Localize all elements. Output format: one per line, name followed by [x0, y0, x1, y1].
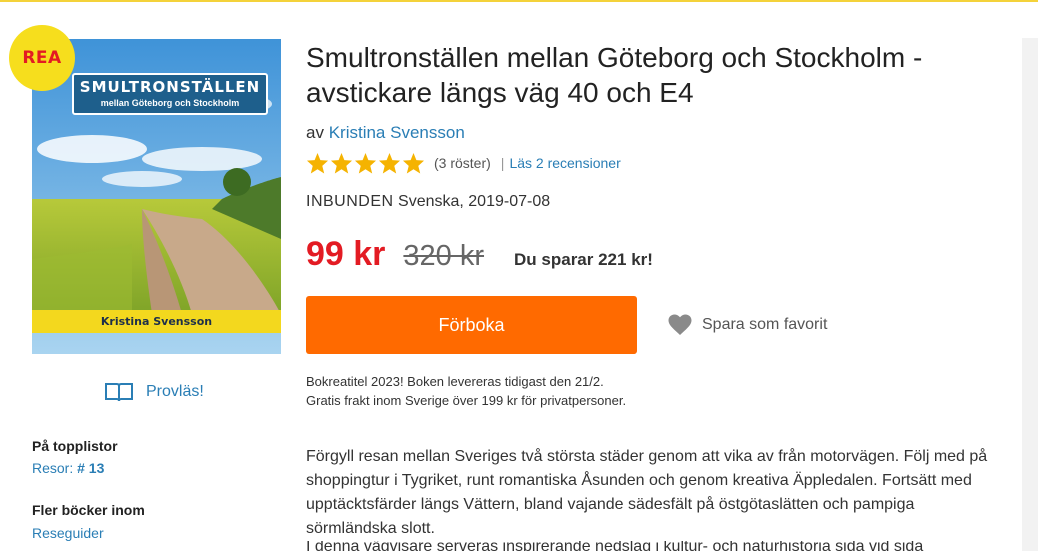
- preview-label: Provläs!: [146, 383, 204, 400]
- star-icon: [330, 152, 353, 174]
- cover-title-banner: SMULTRONSTÄLLEN mellan Göteborg och Stoc…: [72, 73, 268, 115]
- more-books-heading: Fler böcker inom: [32, 502, 145, 518]
- savings-text: Du sparar 221 kr!: [514, 250, 653, 269]
- old-price: 320 kr: [403, 240, 485, 272]
- toplist-link[interactable]: Resor: # 13: [32, 460, 104, 476]
- preview-link[interactable]: Provläs!: [104, 380, 204, 404]
- favorite-label: Spara som favorit: [702, 316, 828, 333]
- right-side-panel: [1022, 38, 1038, 551]
- open-book-icon: [105, 383, 133, 402]
- rating-row: (3 röster) | Läs 2 recensioner: [306, 151, 621, 175]
- current-price: 99 kr: [306, 235, 386, 273]
- delivery-line-1: Bokreatitel 2023! Boken levereras tidiga…: [306, 374, 604, 389]
- star-icon: [354, 152, 377, 174]
- sale-badge: REA: [9, 25, 75, 91]
- book-cover[interactable]: SMULTRONSTÄLLEN mellan Göteborg och Stoc…: [32, 39, 281, 354]
- byline: av Kristina Svensson: [306, 123, 465, 143]
- delivery-line-2: Gratis frakt inom Sverige över 199 kr fö…: [306, 393, 627, 408]
- product-title: Smultronställen mellan Göteborg och Stoc…: [306, 42, 923, 108]
- toplist-rank: # 13: [77, 460, 105, 476]
- star-icon: [378, 152, 401, 174]
- rating-count: (3 röster): [434, 155, 491, 171]
- rating-separator: |: [500, 155, 505, 171]
- author-link[interactable]: Kristina Svensson: [329, 123, 465, 142]
- toplists-heading: På topplistor: [32, 438, 118, 454]
- format-label: INBUNDEN: [306, 193, 394, 210]
- price-row: 99 kr 320 kr Du sparar 221 kr!: [306, 235, 653, 275]
- cover-author: Kristina Svensson: [32, 310, 281, 333]
- language-date: Svenska, 2019-07-08: [398, 193, 551, 210]
- preorder-button[interactable]: Förboka: [306, 296, 637, 354]
- top-accent-line: [0, 0, 1038, 2]
- format-row: INBUNDEN Svenska, 2019-07-08: [306, 193, 550, 211]
- heart-icon: [668, 314, 692, 335]
- save-favorite-button[interactable]: Spara som favorit: [668, 313, 827, 337]
- star-icon: [402, 152, 425, 174]
- star-rating[interactable]: [306, 152, 425, 174]
- description-cutoff-line: I denna vägvisare serveras inspirerande …: [306, 541, 924, 551]
- reviews-link[interactable]: Läs 2 recensioner: [509, 155, 620, 171]
- description-continuation: I denna vägvisare serveras inspirerande …: [306, 541, 996, 551]
- product-description: Förgyll resan mellan Sveriges två störst…: [306, 448, 988, 537]
- delivery-info: Bokreatitel 2023! Boken levereras tidiga…: [306, 372, 626, 410]
- toplist-category: Resor:: [32, 460, 74, 476]
- cover-subtitle: mellan Göteborg och Stockholm: [100, 98, 240, 108]
- cover-title: SMULTRONSTÄLLEN: [79, 78, 261, 96]
- more-books-link[interactable]: Reseguider: [32, 525, 104, 541]
- by-prefix: av: [306, 123, 324, 142]
- star-icon: [306, 152, 329, 174]
